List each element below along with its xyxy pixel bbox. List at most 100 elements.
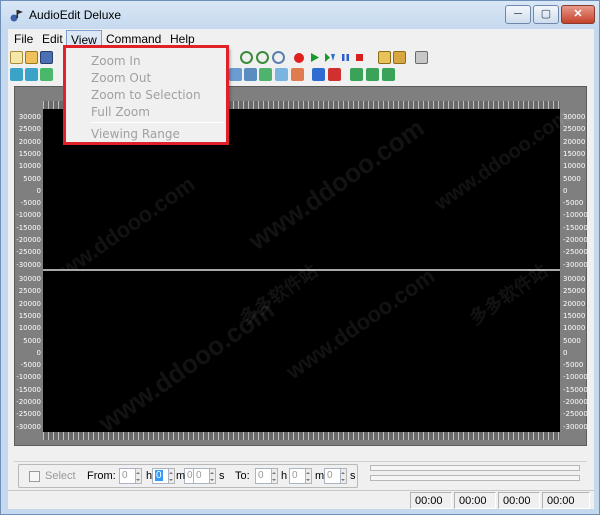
from-hour-spinner[interactable] [169,468,175,484]
menu-edit[interactable]: Edit [38,30,67,48]
from-min-field[interactable]: 0 [119,468,136,484]
window-title: AudioEdit Deluxe [29,8,122,22]
amplitude-tick-label: -20000 [563,236,588,244]
speaker-right-icon[interactable] [393,51,406,64]
from-second-field[interactable]: 0 [193,468,210,484]
effect-11-icon[interactable] [350,68,363,81]
to-min-field[interactable]: 0 [255,468,272,484]
settings-icon[interactable] [415,51,428,64]
amplitude-tick-label: 30000 [18,275,41,283]
amplitude-tick-label: -5000 [20,199,41,208]
unit-m-label: m [315,470,325,482]
menu-item-zoom-in[interactable]: Zoom In [91,54,141,68]
amplitude-tick-label: -15000 [563,223,588,232]
menu-view[interactable]: View [66,30,102,48]
menu-item-viewing-range[interactable]: Viewing Range [91,127,180,141]
amplitude-scale-left: 30000 25000 20000 15000 10000 5000 0 -5000 -1000… [15,109,43,439]
level-meter-left [370,465,580,471]
effect-12-icon[interactable] [366,68,379,81]
to-hour-spinner[interactable] [306,468,312,484]
app-window: AudioEdit Deluxe ─ ▢ ✕ File Edit View Co… [0,0,600,515]
app-icon [10,10,23,22]
watermark-text: www.ddooo.com [281,263,440,385]
from-min-spinner[interactable] [136,468,142,484]
amplitude-tick-label: 5000 [563,174,581,183]
level-meter-right [370,475,580,481]
effect-10-icon[interactable] [328,68,341,81]
view-menu-dropdown: Zoom In Zoom Out Zoom to Selection Full … [65,47,228,143]
unit-h-label: h [281,470,288,482]
record-icon[interactable] [294,53,304,63]
amplitude-tick-label: -30000 [563,422,588,431]
amplitude-tick-label: -15000 [16,385,41,394]
amplitude-tick-label: 10000 [563,162,586,171]
amplitude-tick-label: 15000 [18,311,41,320]
maximize-button[interactable]: ▢ [533,5,559,24]
amplitude-tick-label: -10000 [16,373,41,382]
amplitude-tick-label: 20000 [18,137,41,146]
new-file-icon[interactable] [10,51,23,64]
amplitude-tick-label: 20000 [563,137,586,146]
menu-item-full-zoom[interactable]: Full Zoom [91,105,150,119]
zoom-out-icon[interactable] [256,51,269,64]
from-second-spinner[interactable] [210,468,216,484]
status-time-4: 00:00 [542,492,590,509]
minimize-button[interactable]: ─ [505,5,531,24]
status-time-3: 00:00 [498,492,540,509]
menu-bar: File Edit View Command Help [8,29,594,48]
unit-s-label: s [219,470,225,482]
effect-3-icon[interactable] [40,68,53,81]
watermark-text: www.ddooo.com [92,294,280,438]
effect-9-icon[interactable] [312,68,325,81]
amplitude-tick-label: -10000 [563,373,588,382]
channel-right[interactable]: www.ddooo.com www.ddooo.com 多多软件站 多多软件站 [43,261,560,438]
amplitude-tick-label: -30000 [563,260,588,269]
unit-m-label: m [176,470,186,482]
zoom-in-icon[interactable] [240,51,253,64]
from-label: From: [87,470,116,482]
amplitude-scale-right: 30000 25000 20000 15000 10000 5000 0 -5000 -1000… [560,109,588,439]
menu-item-zoom-to-selection[interactable]: Zoom to Selection [91,88,201,102]
amplitude-tick-label: -10000 [16,211,41,220]
amplitude-tick-label: 5000 [23,336,41,345]
amplitude-tick-label: 25000 [563,287,586,296]
menu-command[interactable]: Command [102,30,165,48]
to-min-spinner[interactable] [272,468,278,484]
amplitude-tick-label: 0 [36,186,41,195]
from-hour-field[interactable]: 0 [152,468,169,484]
zoom-selection-icon[interactable] [272,51,285,64]
to-minute-spinner[interactable] [341,468,347,484]
to-minute-field[interactable]: 0 [324,468,341,484]
menu-file[interactable]: File [10,30,37,48]
play-loop-icon[interactable] [323,51,336,64]
effect-8-icon[interactable] [291,68,304,81]
effect-13-icon[interactable] [382,68,395,81]
amplitude-tick-label: 15000 [563,311,586,320]
amplitude-tick-label: 25000 [18,287,41,296]
title-bar: AudioEdit Deluxe ─ ▢ ✕ [1,1,599,29]
amplitude-tick-label: 25000 [18,125,41,134]
open-folder-icon[interactable] [25,51,38,64]
effect-1-icon[interactable] [10,68,23,81]
effect-4-icon[interactable] [229,68,242,81]
effect-6-icon[interactable] [259,68,272,81]
speaker-left-icon[interactable] [378,51,391,64]
play-icon[interactable] [308,51,321,64]
amplitude-tick-label: 10000 [18,324,41,333]
amplitude-tick-label: -30000 [16,260,41,269]
stop-icon[interactable] [353,51,366,64]
amplitude-tick-label: -15000 [16,223,41,232]
menu-item-zoom-out[interactable]: Zoom Out [91,71,151,85]
amplitude-tick-label: -5000 [563,361,584,370]
select-checkbox[interactable] [29,471,40,482]
menu-help[interactable]: Help [166,30,199,48]
pause-icon[interactable] [339,51,352,64]
status-time-2: 00:00 [454,492,496,509]
effect-2-icon[interactable] [25,68,38,81]
effect-7-icon[interactable] [275,68,288,81]
to-hour-field[interactable]: 0 [289,468,306,484]
close-button[interactable]: ✕ [561,5,595,24]
amplitude-tick-label: -25000 [16,248,41,257]
effect-5-icon[interactable] [244,68,257,81]
save-icon[interactable] [40,51,53,64]
